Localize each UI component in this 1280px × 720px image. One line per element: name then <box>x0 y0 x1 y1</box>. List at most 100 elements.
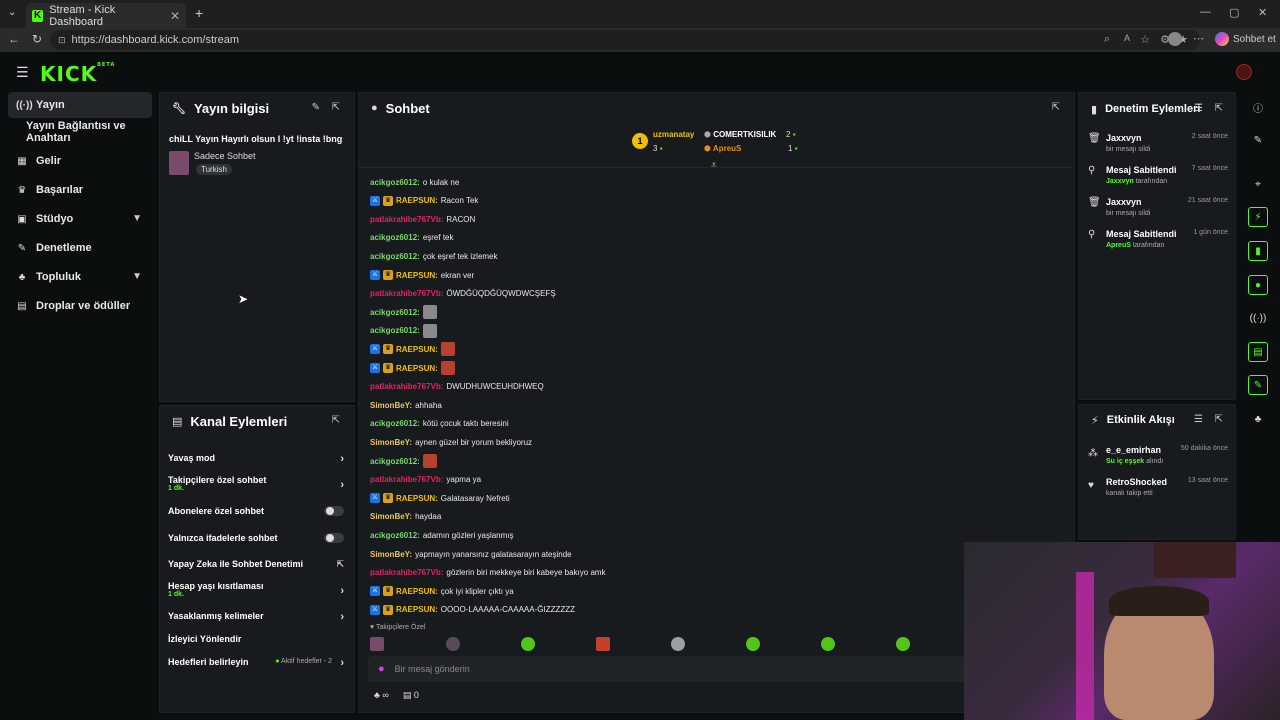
leader-row-2[interactable]: ⬢ COMERTKISILIK <box>704 130 776 139</box>
emote-item[interactable] <box>896 637 910 651</box>
filter-icon[interactable]: ☰ <box>1194 414 1203 425</box>
followers-only-row[interactable]: Takipçilere özel sohbet 1 dk. › <box>168 475 348 492</box>
chat-message[interactable]: ⚔ ♛ RAEPSUN: ekran ver <box>370 268 474 282</box>
broadcast-tool-icon[interactable]: ((·)) <box>1248 308 1268 328</box>
emote-item[interactable] <box>671 637 685 651</box>
chat-username[interactable]: SimonBeY: <box>370 401 412 410</box>
chat-username[interactable]: RAEPSUN: <box>396 271 438 280</box>
emote-item[interactable] <box>596 637 610 651</box>
chat-username[interactable]: RAEPSUN: <box>396 196 438 205</box>
reload-icon[interactable]: ↻ <box>32 32 42 46</box>
chat-message[interactable]: acikgoz6012: o kulak ne <box>370 175 459 189</box>
chat-username[interactable]: acikgoz6012: <box>370 457 420 466</box>
points-indicator[interactable]: ▤ 0 <box>403 690 419 701</box>
chat-message[interactable]: ⚔ ♛ RAEPSUN: çok iyi klipler çıktı ya <box>370 584 514 598</box>
viewers-indicator[interactable]: ♣ ∞ <box>374 690 389 701</box>
chat-message[interactable]: SimonBeY: ahhaha <box>370 398 442 412</box>
popout-icon[interactable]: ⇱ <box>332 102 340 113</box>
chat-username[interactable]: SimonBeY: <box>370 438 412 447</box>
close-window-icon[interactable]: ✕ <box>1258 6 1267 19</box>
subscribers-only-toggle[interactable] <box>324 506 344 516</box>
kick-logo[interactable]: KICKBETA <box>40 62 115 86</box>
chat-message[interactable]: SimonBeY: haydaa <box>370 510 441 524</box>
popout-icon[interactable]: ⇱ <box>1052 102 1060 113</box>
nav-item-moderation[interactable]: ✎ Denetleme <box>8 235 152 261</box>
chat-username[interactable]: RAEPSUN: <box>396 494 438 503</box>
banned-words-row[interactable]: Yasaklanmış kelimeler › <box>168 611 348 623</box>
zoom-icon[interactable]: ⌕ <box>1104 33 1110 46</box>
mod-event-user[interactable]: Jaxxvyn <box>1106 178 1134 185</box>
popout-icon[interactable]: ⇱ <box>1215 103 1223 114</box>
nav-item-revenue[interactable]: ▦ Gelir <box>8 148 152 174</box>
chat-message[interactable]: patlakrahibe767Vb: DWUDHUWCEUHDHWEQ <box>370 380 544 394</box>
close-tab-icon[interactable]: ✕ <box>170 9 180 23</box>
new-tab-icon[interactable]: + <box>195 5 203 21</box>
mod-event-user[interactable]: ApreuS <box>1106 242 1131 249</box>
mic-icon[interactable]: ● <box>378 663 385 675</box>
nav-item-studio[interactable]: ▣ Stüdyo ▼ <box>8 206 152 232</box>
chat-username[interactable]: patlakrahibe767Vb: <box>370 568 443 577</box>
chat-input[interactable]: ● Bir mesaj gönderin <box>368 656 968 682</box>
chat-message[interactable]: acikgoz6012: kötü çocuk taktı beresini <box>370 417 509 431</box>
menu-icon[interactable]: ☰ <box>16 64 29 81</box>
chat-username[interactable]: SimonBeY: <box>370 550 412 559</box>
lightning-tool-icon[interactable]: ⚡︎ <box>1248 207 1268 227</box>
nav-item-community[interactable]: ♣ Topluluk ▼ <box>8 264 152 290</box>
emote-item[interactable] <box>446 637 460 651</box>
read-aloud-icon[interactable]: A <box>1124 33 1130 43</box>
filter-icon[interactable]: ☰ <box>1194 103 1203 114</box>
chat-message[interactable]: patlakrahibe767Vb: yapma ya <box>370 473 481 487</box>
target-icon[interactable]: ⌖ <box>1248 174 1268 194</box>
info-icon[interactable]: ⓘ <box>1248 97 1268 117</box>
chat-message[interactable]: ⚔ ♛ RAEPSUN: OOOO-LAAAAA-CAAAAA-ĞIZZZZZZ <box>370 603 575 617</box>
url-field[interactable]: ⊡ https://dashboard.kick.com/stream ⌕ A … <box>50 30 1200 50</box>
chat-message[interactable]: ⚔ ♛ RAEPSUN: <box>370 361 455 375</box>
actions-tool-icon[interactable]: ▤ <box>1248 342 1268 362</box>
chat-message[interactable]: SimonBeY: aynen güzel bir yorum bekliyoru… <box>370 435 532 449</box>
chat-message[interactable]: acikgoz6012: çok eşref tek izlemek <box>370 249 498 263</box>
favorite-icon[interactable]: ☆ <box>1140 33 1150 46</box>
chat-username[interactable]: acikgoz6012: <box>370 233 420 242</box>
chat-username[interactable]: acikgoz6012: <box>370 419 420 428</box>
account-age-row[interactable]: Hesap yaşı kısıtlaması 1 dk. › <box>168 581 348 598</box>
chat-message[interactable]: acikgoz6012: eşref tek <box>370 231 454 245</box>
browser-tab[interactable]: K Stream - Kick Dashboard ✕ <box>26 3 186 28</box>
chat-username[interactable]: acikgoz6012: <box>370 178 420 187</box>
popout-icon[interactable]: ⇱ <box>1215 414 1223 425</box>
nav-item-stream[interactable]: ((·)) Yayın <box>8 92 152 118</box>
leader-row-3[interactable]: ⬢ ApreuS <box>704 144 741 153</box>
chat-username[interactable]: RAEPSUN: <box>396 345 438 354</box>
chat-message[interactable]: patlakrahibe767Vb: gözlerin biri mekkeye … <box>370 566 606 580</box>
popout-icon[interactable]: ⇱ <box>332 415 340 426</box>
chat-username[interactable]: SimonBeY: <box>370 512 412 521</box>
chat-message[interactable]: acikgoz6012: <box>370 454 437 468</box>
chat-username[interactable]: RAEPSUN: <box>396 587 438 596</box>
user-avatar[interactable] <box>1236 64 1252 80</box>
nav-item-stream-key[interactable]: Yayın Bağlantısı ve Anahtarı <box>8 119 152 145</box>
chat-tool-icon[interactable]: ● <box>1248 275 1268 295</box>
chat-username[interactable]: patlakrahibe767Vb: <box>370 289 443 298</box>
ai-moderation-row[interactable]: Yapay Zeka ile Sohbet Denetimi ⇱ <box>168 559 348 569</box>
chat-username[interactable]: acikgoz6012: <box>370 308 420 317</box>
raid-row[interactable]: İzleyici Yönlendir <box>168 634 348 644</box>
site-info-icon[interactable]: ⊡ <box>58 35 66 46</box>
chat-username[interactable]: patlakrahibe767Vb: <box>370 215 443 224</box>
profile-avatar[interactable] <box>1168 32 1182 46</box>
chat-username[interactable]: RAEPSUN: <box>396 364 438 373</box>
chat-message[interactable]: acikgoz6012: <box>370 323 437 338</box>
goals-row[interactable]: Hedefleri belirleyin ● Aktif hedefler - … <box>168 657 348 669</box>
chat-message[interactable]: SimonBeY: yapmayın yanarsınız galatasaray… <box>370 547 572 561</box>
nav-item-achievements[interactable]: ♛ Başarılar <box>8 177 152 203</box>
leader-name[interactable]: uzmanatay <box>653 130 694 139</box>
chat-username[interactable]: acikgoz6012: <box>370 326 420 335</box>
chat-username[interactable]: acikgoz6012: <box>370 252 420 261</box>
chat-username[interactable]: acikgoz6012: <box>370 531 420 540</box>
chat-username[interactable]: RAEPSUN: <box>396 605 438 614</box>
maximize-icon[interactable]: ▢ <box>1229 6 1239 19</box>
back-icon[interactable]: ← <box>8 32 20 46</box>
edit-icon[interactable]: ✎ <box>312 102 320 113</box>
more-icon[interactable]: ⋯ <box>1193 32 1204 45</box>
emote-item[interactable] <box>821 637 835 651</box>
emotes-only-toggle[interactable] <box>324 533 344 543</box>
pencil-tool-icon[interactable]: ✎ <box>1248 130 1268 150</box>
